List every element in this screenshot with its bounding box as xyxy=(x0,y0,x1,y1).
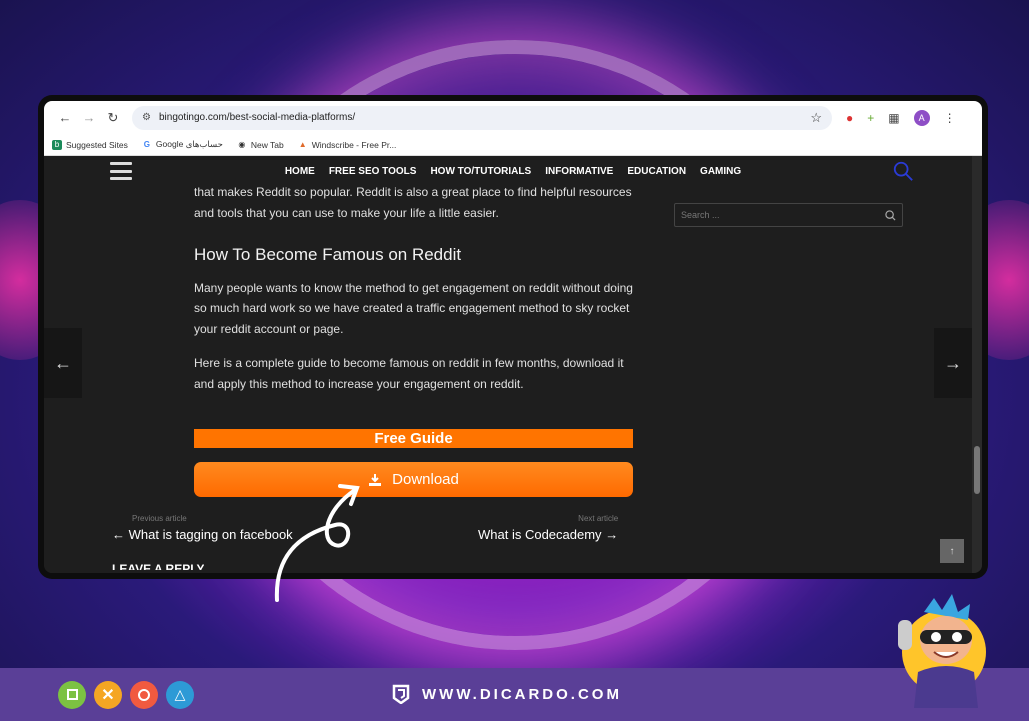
sidebar-search-input[interactable]: Search ... xyxy=(674,203,903,227)
article-paragraph: Many people wants to know the method to … xyxy=(194,280,633,336)
next-article-title: What is Codecademy xyxy=(478,527,602,542)
extension-plus-icon[interactable]: + xyxy=(867,111,874,125)
article-heading: How To Become Famous on Reddit xyxy=(194,245,462,264)
arrow-left-icon: ← xyxy=(112,527,125,542)
free-guide-banner: Free Guide xyxy=(194,429,633,448)
bookmark-label: Suggested Sites xyxy=(66,139,128,150)
back-to-top-button[interactable]: ↑ xyxy=(940,539,964,563)
bookmark-new-tab[interactable]: ◉ New Tab xyxy=(237,139,284,150)
arrow-right-icon: → xyxy=(605,527,619,542)
bookmark-label: New Tab xyxy=(250,139,284,150)
address-url: bingotingo.com/best-social-media-platfor… xyxy=(158,112,356,123)
triangle-icon: △ xyxy=(166,680,194,709)
browser-screen: ← → ↻ ⚙ bingotingo.com/best-social-media… xyxy=(44,101,982,573)
nav-gaming[interactable]: GAMING xyxy=(700,166,741,177)
nav-free-seo-tools[interactable]: FREE SEO TOOLS xyxy=(329,166,417,177)
web-page: HOME FREE SEO TOOLS HOW TO/TUTORIALS INF… xyxy=(44,156,982,573)
controller-buttons: ✕ △ xyxy=(58,680,194,709)
slider-prev-arrow-icon[interactable]: ← xyxy=(44,328,82,398)
forward-arrow-icon[interactable]: → xyxy=(78,107,100,129)
article-body: that makes Reddit so popular. Reddit is … xyxy=(194,182,634,408)
page-scrollbar[interactable] xyxy=(972,156,982,573)
cross-icon: ✕ xyxy=(94,680,122,709)
google-icon: G xyxy=(143,140,151,149)
brand: WWW.DICARDO.COM xyxy=(392,684,622,704)
bookmark-star-icon[interactable]: ☆ xyxy=(810,110,822,126)
download-label: Download xyxy=(392,471,459,488)
bookmark-windscribe[interactable]: ▲ Windscribe - Free Pr... xyxy=(298,140,397,150)
bookmark-suggested-sites[interactable]: b Suggested Sites xyxy=(52,139,128,150)
windscribe-icon: ▲ xyxy=(298,140,307,149)
circle-icon xyxy=(130,680,158,709)
browser-toolbar: ← → ↻ ⚙ bingotingo.com/best-social-media… xyxy=(44,101,982,134)
mascot-character-icon xyxy=(898,594,986,708)
article-paragraph: that makes Reddit so popular. Reddit is … xyxy=(194,185,632,220)
extension-icon[interactable]: ● xyxy=(846,111,853,125)
brand-url: WWW.DICARDO.COM xyxy=(422,685,622,703)
bookmark-google[interactable]: G Google حساب‌های xyxy=(142,139,223,150)
address-bar[interactable]: ⚙ bingotingo.com/best-social-media-platf… xyxy=(132,105,832,130)
nav-informative[interactable]: INFORMATIVE xyxy=(545,166,613,177)
scrollbar-thumb[interactable] xyxy=(974,446,980,494)
device-frame: ← → ↻ ⚙ bingotingo.com/best-social-media… xyxy=(38,95,988,579)
square-icon xyxy=(58,680,86,709)
leave-reply-heading: LEAVE A REPLY xyxy=(112,562,205,570)
extensions-area: ● + ▦ A ⋮ xyxy=(846,109,956,126)
menu-dots-icon[interactable]: ⋮ xyxy=(944,111,956,125)
next-article-label: Next article xyxy=(578,514,619,523)
bookmarks-bar: b Suggested Sites G Google حساب‌های ◉ Ne… xyxy=(44,134,982,156)
search-icon[interactable] xyxy=(885,209,896,221)
nav-home[interactable]: HOME xyxy=(285,166,315,177)
bing-icon: b xyxy=(52,139,62,150)
search-icon[interactable] xyxy=(892,160,914,182)
article-paragraph: Here is a complete guide to become famou… xyxy=(194,356,624,391)
back-arrow-icon[interactable]: ← xyxy=(54,107,76,129)
download-button[interactable]: Download xyxy=(194,462,633,497)
next-article-link[interactable]: Next article What is Codecademy → xyxy=(478,514,618,542)
globe-icon: ◉ xyxy=(238,140,246,149)
dicardo-logo-icon xyxy=(392,684,410,704)
download-icon xyxy=(369,473,382,486)
bookmark-label: Google حساب‌های xyxy=(155,139,223,149)
puzzle-icon[interactable]: ▦ xyxy=(888,111,899,125)
slider-next-arrow-icon[interactable]: → xyxy=(934,328,972,398)
nav-education[interactable]: EDUCATION xyxy=(627,166,686,177)
site-info-icon[interactable]: ⚙ xyxy=(142,112,151,123)
reload-icon[interactable]: ↻ xyxy=(102,107,124,129)
pointer-arrow-doodle xyxy=(274,484,360,602)
footer-bar: ✕ △ WWW.DICARDO.COM xyxy=(0,668,1029,721)
search-placeholder: Search ... xyxy=(681,210,720,220)
hamburger-menu-icon[interactable] xyxy=(110,162,132,180)
profile-avatar[interactable]: A xyxy=(913,109,930,126)
bookmark-label: Windscribe - Free Pr... xyxy=(311,139,397,150)
nav-how-to-tutorials[interactable]: HOW TO/TUTORIALS xyxy=(430,166,531,177)
